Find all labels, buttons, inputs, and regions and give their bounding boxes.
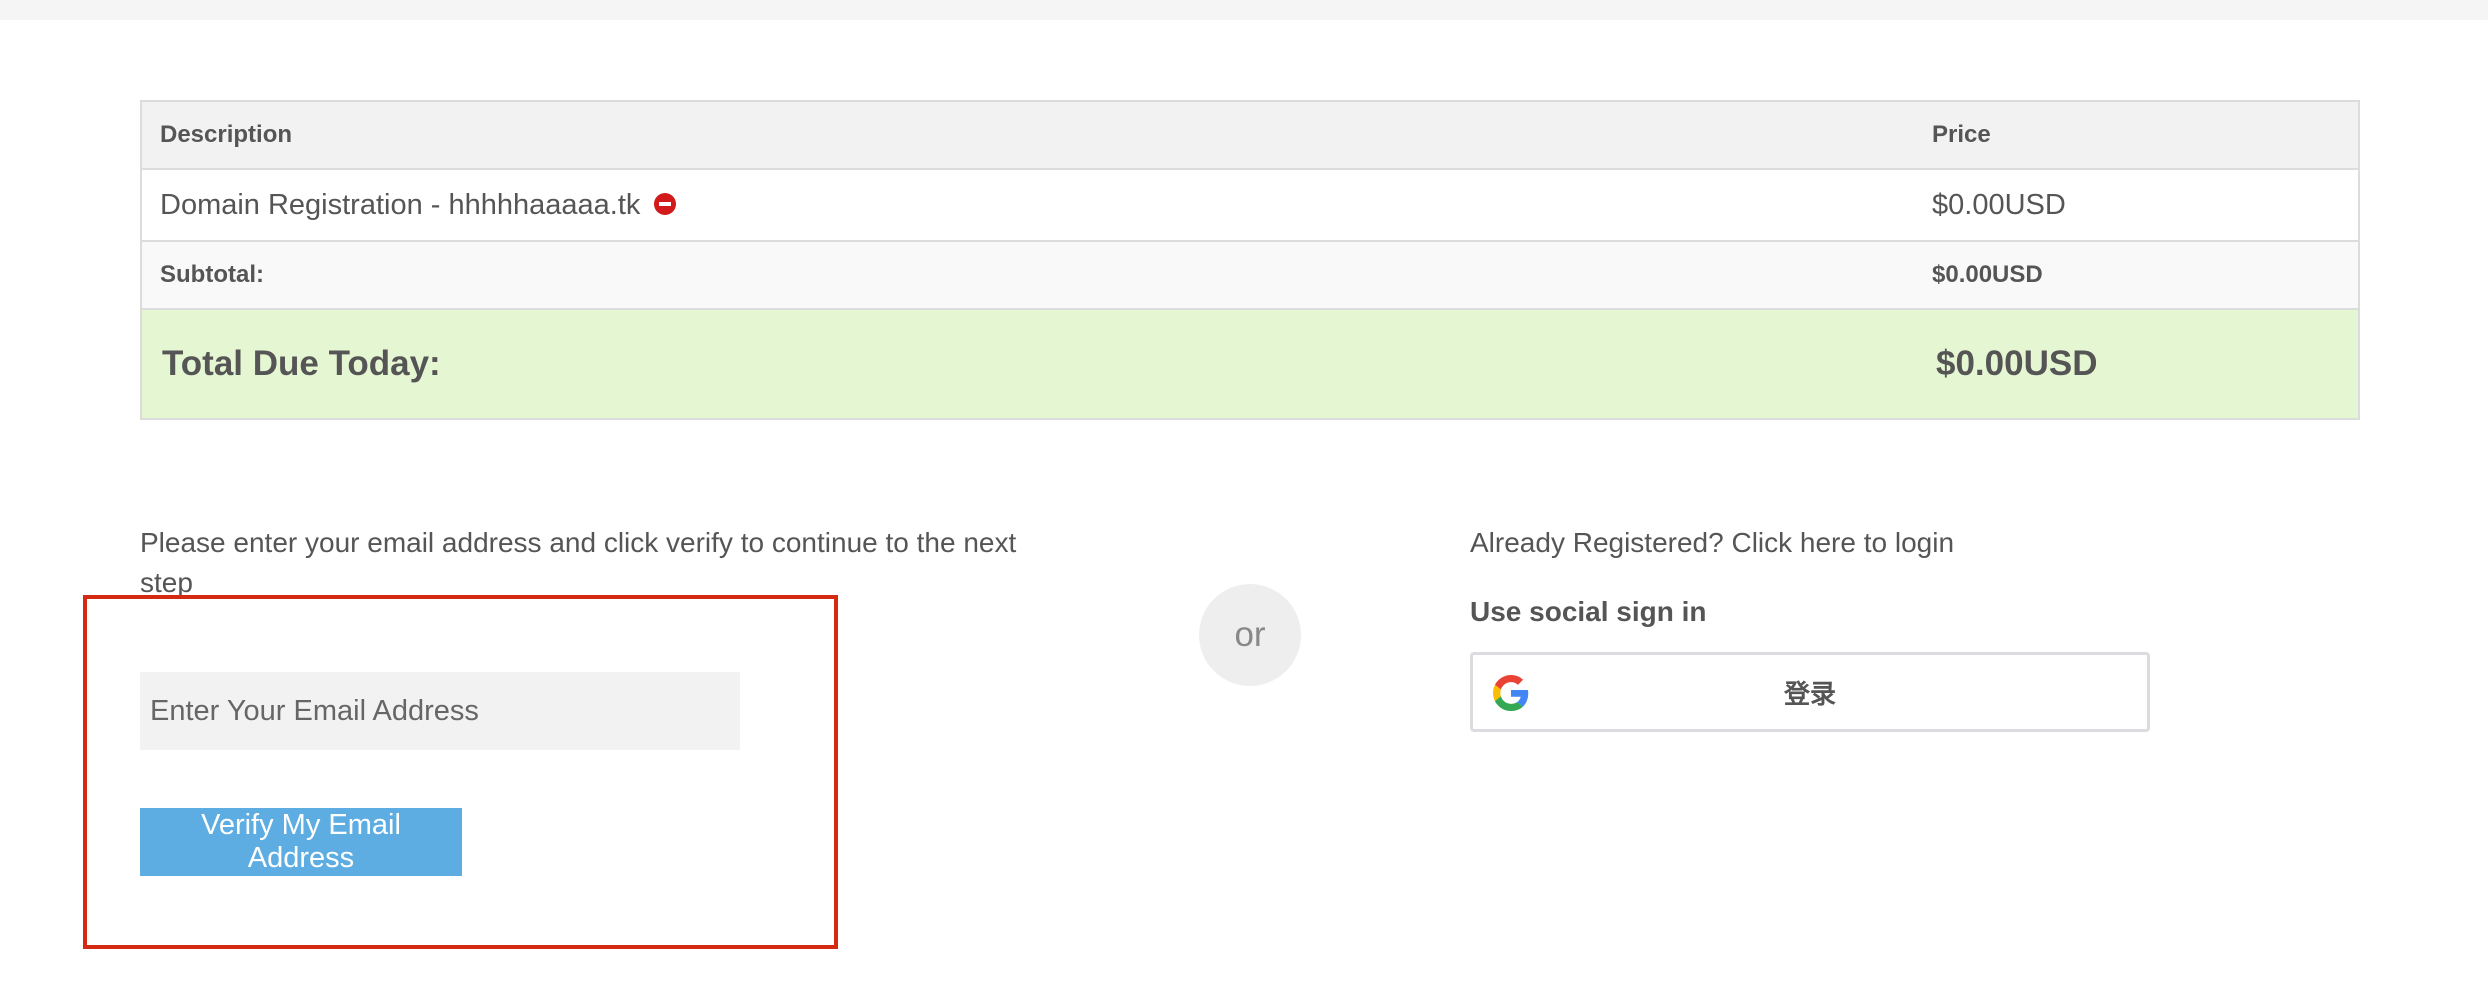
top-bar bbox=[0, 0, 2488, 20]
total-label: Total Due Today: bbox=[162, 344, 441, 383]
login-link[interactable]: Already Registered? Click here to login bbox=[1470, 523, 1954, 563]
remove-item-icon[interactable] bbox=[654, 192, 677, 215]
item-description: Domain Registration - hhhhhaaaaa.tk bbox=[160, 188, 641, 221]
order-summary-table: Description Price Domain Registration - … bbox=[140, 100, 2360, 420]
google-sign-in-button[interactable]: 登录 bbox=[1470, 652, 2150, 732]
item-price: $0.00USD bbox=[1932, 188, 2066, 221]
total-value: $0.00USD bbox=[1936, 344, 2098, 383]
google-g-icon bbox=[1493, 675, 1529, 711]
price-column-header: Price bbox=[1932, 121, 1991, 148]
subtotal-label: Subtotal: bbox=[160, 261, 264, 288]
or-divider: or bbox=[1199, 584, 1301, 686]
social-sign-in-heading: Use social sign in bbox=[1470, 596, 1707, 627]
email-instructions: Please enter your email address and clic… bbox=[140, 527, 1017, 598]
total-row: Total Due Today: $0.00USD bbox=[142, 310, 2358, 418]
table-row: Domain Registration - hhhhhaaaaa.tk $0.0… bbox=[142, 170, 2358, 242]
table-header-row: Description Price bbox=[142, 102, 2358, 170]
item-description-cell: Domain Registration - hhhhhaaaaa.tk bbox=[142, 189, 1932, 222]
google-button-label: 登录 bbox=[1783, 679, 1836, 710]
highlight-annotation-box bbox=[83, 595, 838, 949]
subtotal-row: Subtotal: $0.00USD bbox=[142, 242, 2358, 310]
subtotal-value: $0.00USD bbox=[1932, 261, 2043, 288]
description-column-header: Description bbox=[160, 121, 293, 148]
